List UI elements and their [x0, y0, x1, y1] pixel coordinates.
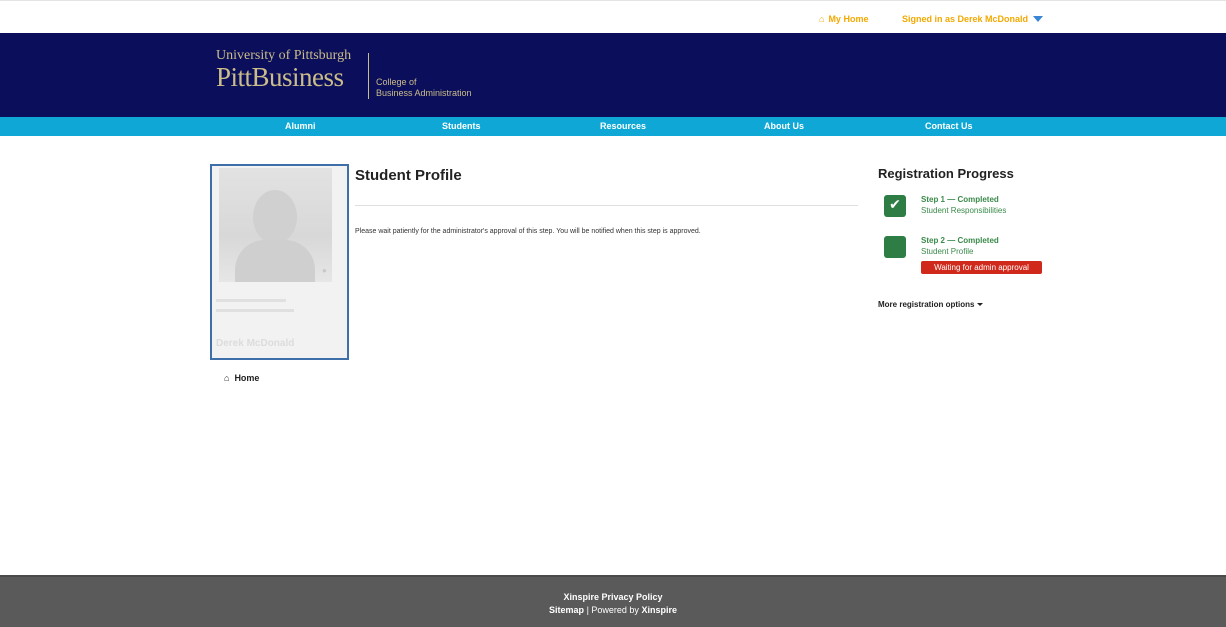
more-options-label: More registration options — [878, 300, 975, 309]
college-line1: College of — [376, 77, 417, 87]
top-utility-bar: ⌂ My Home Signed in as Derek McDonald — [0, 0, 1226, 33]
privacy-policy-link[interactable]: Xinspire Privacy Policy — [563, 592, 662, 602]
profile-name: Derek McDonald — [216, 338, 295, 349]
step2-title: Step 2 — Completed — [921, 236, 999, 245]
avatar-body — [235, 240, 315, 282]
logo-divider — [368, 53, 369, 99]
check-icon: ✔ — [889, 196, 901, 212]
sitemap-label: Sitemap — [549, 605, 585, 615]
powered-brand: Xinspire — [641, 605, 677, 615]
sidebar-home-label: Home — [234, 373, 260, 383]
home-icon: ⌂ — [224, 373, 230, 383]
nav-item-resources[interactable]: Resources — [600, 121, 646, 131]
signed-in-label: Signed in as Derek McDonald — [902, 14, 1029, 24]
step1-subtitle: Student Responsibilities — [921, 206, 1007, 215]
approval-message: Please wait patiently for the administra… — [355, 228, 701, 235]
college-line2: Business Administration — [376, 88, 472, 98]
step2-status-box — [884, 236, 906, 258]
camera-icon[interactable]: ● — [322, 266, 327, 275]
faded-line — [216, 309, 294, 312]
nav-item-alumni[interactable]: Alumni — [285, 121, 316, 131]
main-nav: Alumni Students Resources About Us Conta… — [0, 117, 1226, 136]
step2-subtitle: Student Profile — [921, 247, 974, 256]
brand-name: PittBusiness — [216, 62, 344, 92]
chevron-down-icon — [1033, 16, 1044, 22]
registration-progress-title: Registration Progress — [878, 166, 1014, 181]
header-banner: University of Pittsburgh PittBusiness Co… — [0, 33, 1226, 117]
sidebar-item-home[interactable]: ⌂ Home — [224, 373, 259, 383]
my-home-label: My Home — [828, 14, 869, 24]
nav-item-students[interactable]: Students — [442, 121, 481, 131]
avatar — [219, 168, 332, 282]
user-menu[interactable]: Signed in as Derek McDonald — [902, 14, 1044, 24]
my-home-link[interactable]: ⌂ My Home — [819, 14, 868, 24]
profile-card[interactable]: ● Derek McDonald — [210, 164, 349, 360]
page-title: Student Profile — [355, 167, 462, 184]
footer: Xinspire Privacy Policy Sitemap | Powere… — [0, 575, 1226, 627]
step2-text[interactable]: Step 2 — Completed Student Profile — [921, 235, 999, 257]
avatar-head — [253, 190, 297, 244]
divider — [355, 205, 858, 206]
profile-faded-lines — [216, 296, 294, 312]
step1-status-box: ✔ — [884, 195, 906, 217]
step1-title: Step 1 — Completed — [921, 195, 999, 204]
sitemap-link[interactable]: Sitemap — [549, 605, 584, 615]
step1-text[interactable]: Step 1 — Completed Student Responsibilit… — [921, 194, 1006, 216]
nav-item-contact-us[interactable]: Contact Us — [925, 121, 973, 131]
more-registration-options[interactable]: More registration options — [878, 300, 984, 309]
college-name: College of Business Administration — [376, 77, 472, 99]
footer-separator: | Powered by — [584, 605, 642, 615]
footer-links: Sitemap | Powered by Xinspire — [0, 605, 1226, 615]
status-badge: Waiting for admin approval — [921, 261, 1042, 274]
nav-item-about-us[interactable]: About Us — [764, 121, 804, 131]
home-icon: ⌂ — [819, 14, 825, 24]
caret-down-icon — [977, 303, 984, 306]
xinspire-link[interactable]: Xinspire — [641, 605, 677, 615]
faded-line — [216, 299, 286, 302]
